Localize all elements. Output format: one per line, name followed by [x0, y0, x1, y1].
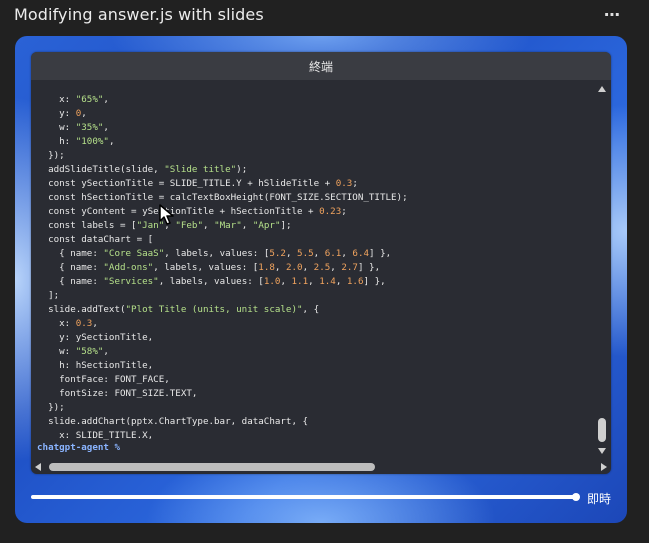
more-options-icon[interactable]: ⋯ — [604, 5, 621, 24]
code-line: w: "35%", — [37, 122, 109, 133]
mouse-cursor-icon — [159, 204, 174, 225]
code-line: slide.addText("Plot Title (units, unit s… — [37, 304, 320, 315]
terminal-title: 終端 — [31, 52, 611, 80]
terminal-window[interactable]: 終端 x: "65%", y: 0, w: "35%", h: "100%", … — [31, 52, 611, 474]
code-line: { name: "Services", labels, values: [1.0… — [37, 276, 386, 287]
code-line: const ySectionTitle = SLIDE_TITLE.Y + hS… — [37, 178, 358, 189]
scrollbar-thumb[interactable] — [598, 418, 606, 442]
code-line: }); — [37, 150, 65, 161]
code-line: const yContent = ySectionTitle + hSectio… — [37, 206, 347, 217]
page-title: Modifying answer.js with slides — [14, 5, 264, 24]
code-line: x: "65%", — [37, 94, 109, 105]
code-line: addSlideTitle(slide, "Slide title"); — [37, 164, 248, 175]
terminal-output: x: "65%", y: 0, w: "35%", h: "100%", });… — [37, 93, 591, 443]
code-line: { name: "Add-ons", labels, values: [1.8,… — [37, 262, 381, 273]
code-line: fontFace: FONT_FACE, — [37, 374, 170, 385]
code-line: const labels = ["Jan", "Feb", "Mar", "Ap… — [37, 220, 292, 231]
screen-card: 終端 x: "65%", y: 0, w: "35%", h: "100%", … — [15, 36, 627, 523]
vertical-scrollbar[interactable] — [595, 82, 609, 458]
code-line: x: SLIDE_TITLE.X, — [37, 430, 154, 441]
live-label[interactable]: 即時 — [587, 490, 611, 507]
code-line: const hSectionTitle = calcTextBoxHeight(… — [37, 192, 408, 203]
code-line: { name: "Core SaaS", labels, values: [5.… — [37, 248, 392, 259]
scroll-left-icon[interactable] — [35, 463, 41, 471]
code-line: w: "58%", — [37, 346, 109, 357]
code-line: ]; — [37, 290, 60, 301]
code-line: h: hSectionTitle, — [37, 360, 154, 371]
horizontal-scrollbar[interactable] — [33, 462, 607, 472]
scroll-right-icon[interactable] — [601, 463, 607, 471]
code-line: y: 0, — [37, 108, 87, 119]
code-line: }); — [37, 402, 65, 413]
code-line: slide.addChart(pptx.ChartType.bar, dataC… — [37, 416, 309, 427]
scroll-down-icon[interactable] — [598, 448, 606, 454]
scroll-up-icon[interactable] — [598, 86, 606, 92]
code-line: x: 0.3, — [37, 318, 98, 329]
code-line: fontSize: FONT_SIZE.TEXT, — [37, 388, 198, 399]
code-line: h: "100%", — [37, 136, 115, 147]
code-line: y: ySectionTitle, — [37, 332, 154, 343]
terminal-prompt[interactable]: chatgpt-agent % — [37, 442, 120, 453]
playback-progress-bar[interactable] — [31, 493, 580, 501]
progress-knob[interactable] — [572, 493, 580, 501]
code-line: const dataChart = [ — [37, 234, 154, 245]
horizontal-scrollbar-thumb[interactable] — [49, 463, 375, 471]
